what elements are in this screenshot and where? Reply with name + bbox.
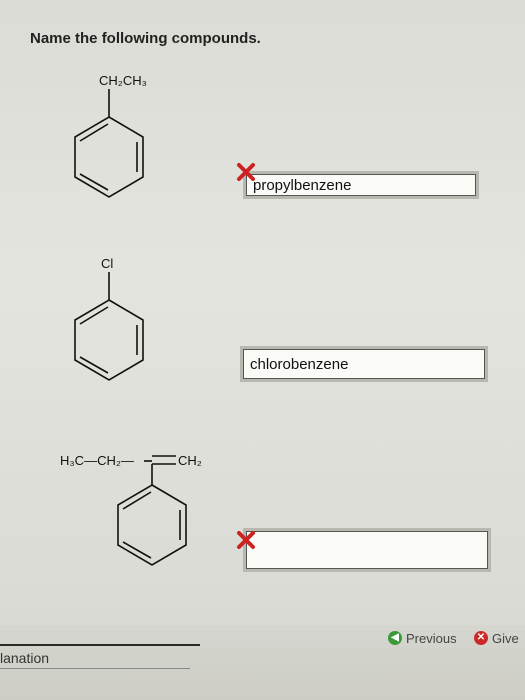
incorrect-x-icon-3 bbox=[237, 531, 255, 549]
tab-underline bbox=[0, 668, 190, 669]
molecule-3-substituent-right-label: CH₂ bbox=[178, 453, 202, 468]
answer-input-2[interactable] bbox=[243, 349, 485, 379]
give-up-x-icon: ✕ bbox=[474, 631, 488, 645]
molecule-2-substituent-label: Cl bbox=[101, 256, 113, 271]
give-up-button[interactable]: ✕ Give bbox=[474, 628, 519, 648]
molecule-1-substituent-label: CH₂CH₃ bbox=[99, 73, 147, 88]
answer-box-3[interactable] bbox=[243, 528, 491, 572]
page-title: Name the following compounds. bbox=[30, 30, 261, 47]
answer-input-1[interactable] bbox=[246, 174, 476, 196]
molecule-1-structure: CH₂CH₃ bbox=[74, 73, 147, 198]
molecule-3-structure: H₃C—CH₂— CH₂ bbox=[60, 453, 202, 566]
tab-explanation[interactable]: lanation bbox=[0, 650, 49, 666]
answer-box-1[interactable] bbox=[243, 171, 479, 199]
tab-divider bbox=[0, 644, 200, 646]
molecule-3-substituent-left-label: H₃C—CH₂— bbox=[60, 453, 134, 468]
answer-input-3[interactable] bbox=[246, 531, 488, 569]
incorrect-x-icon-1 bbox=[237, 163, 255, 181]
answer-box-2[interactable] bbox=[240, 346, 488, 382]
give-label: Give bbox=[492, 630, 519, 646]
previous-button[interactable]: ◀ Previous bbox=[388, 628, 457, 648]
molecule-2-structure: Cl bbox=[74, 256, 144, 381]
previous-arrow-icon: ◀ bbox=[388, 631, 402, 645]
previous-label: Previous bbox=[406, 630, 457, 646]
